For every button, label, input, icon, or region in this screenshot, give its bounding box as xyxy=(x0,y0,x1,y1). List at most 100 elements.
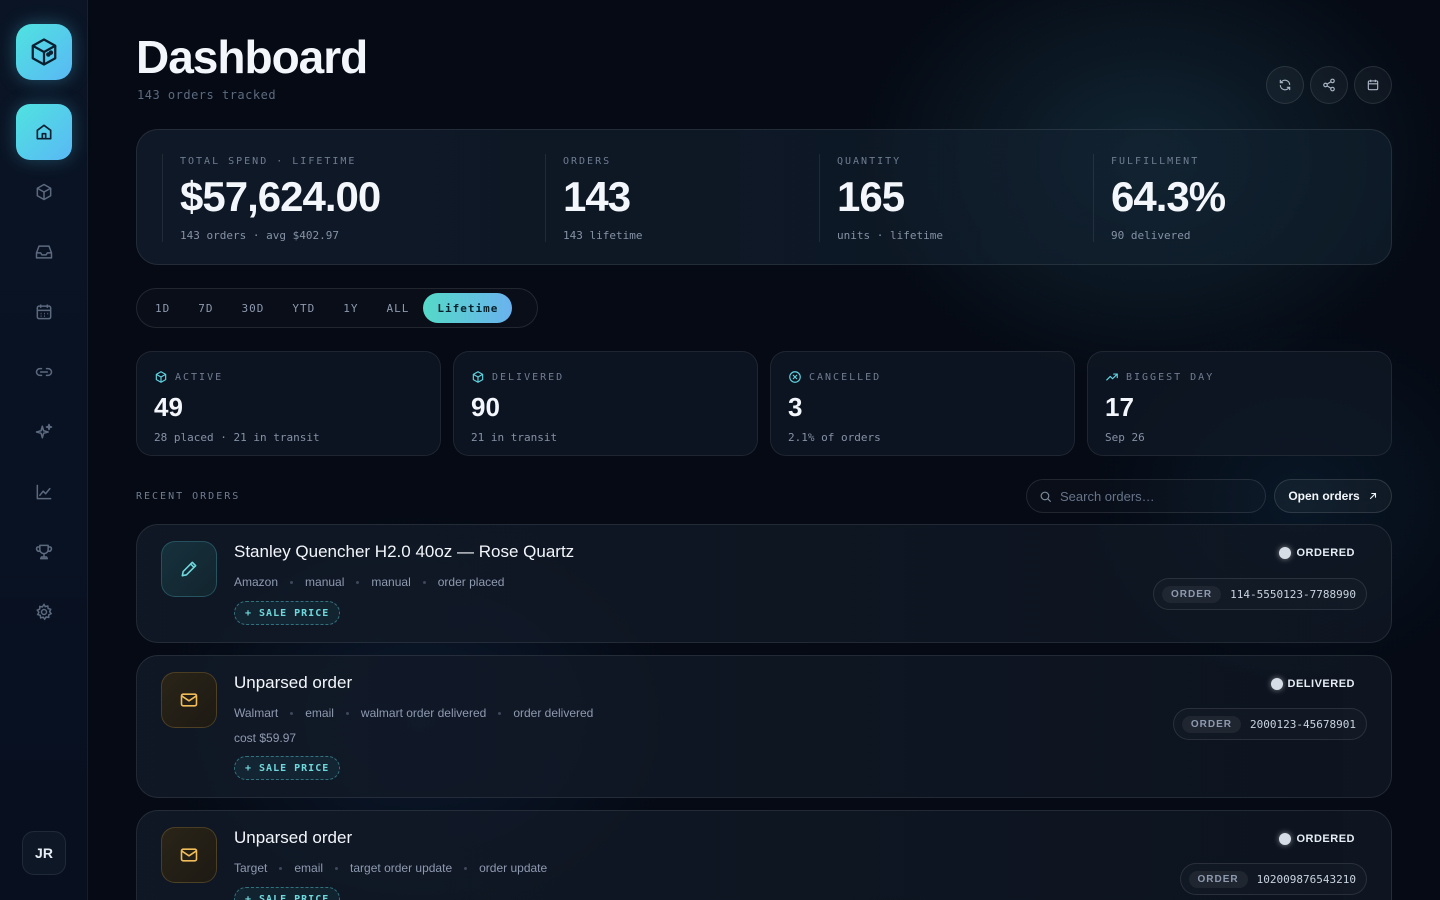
stat-value: $57,624.00 xyxy=(180,173,381,220)
share-button[interactable] xyxy=(1310,66,1348,104)
refresh-button[interactable] xyxy=(1266,66,1304,104)
order-meta: Amazon manual manual order placed xyxy=(234,575,504,589)
order-tag: ORDER xyxy=(1188,870,1248,888)
refresh-icon xyxy=(1279,79,1291,91)
cube-logo-icon xyxy=(31,38,57,66)
stat-orders: ORDERS 143 143 lifetime xyxy=(545,154,815,242)
status-badge: ORDERED xyxy=(1279,547,1355,559)
avatar[interactable]: JR xyxy=(22,831,66,875)
order-retailer: Target xyxy=(234,861,268,875)
range-tab-ytd[interactable]: YTD xyxy=(278,293,329,323)
order-card[interactable]: Unparsed order Target email target order… xyxy=(136,810,1392,900)
sale-price-chip[interactable]: + SALE PRICE xyxy=(234,756,341,780)
stat-total-spend: TOTAL SPEND · LIFETIME $57,624.00 143 or… xyxy=(162,154,542,242)
order-number: 114-5550123-7788990 xyxy=(1230,587,1356,601)
status-value: 17 xyxy=(1105,392,1134,422)
order-retailer: Walmart xyxy=(234,706,279,720)
order-event: order update xyxy=(479,861,548,875)
order-source: email xyxy=(305,706,334,720)
stat-sub: 143 orders · avg $402.97 xyxy=(180,229,339,242)
order-source: manual xyxy=(305,575,345,589)
order-event: order placed xyxy=(437,575,505,589)
sidebar-item-calendar[interactable] xyxy=(16,284,72,340)
order-event: order delivered xyxy=(513,706,594,720)
stats-panel: TOTAL SPEND · LIFETIME $57,624.00 143 or… xyxy=(136,129,1392,265)
recent-orders-label: RECENT ORDERS xyxy=(136,491,241,502)
range-tab-lifetime[interactable]: Lifetime xyxy=(423,293,513,323)
order-number: 2000123-45678901 xyxy=(1250,717,1356,731)
search-box xyxy=(1026,479,1266,513)
range-tab-1y[interactable]: 1Y xyxy=(329,293,372,323)
inbox-icon xyxy=(35,245,53,259)
sale-price-chip[interactable]: + SALE PRICE xyxy=(234,887,341,900)
trophy-icon xyxy=(35,544,53,560)
package-icon xyxy=(36,183,52,201)
status-badge: ORDERED xyxy=(1279,833,1355,845)
stat-sub: units · lifetime xyxy=(837,229,943,242)
sidebar-item-analytics[interactable] xyxy=(16,464,72,520)
sidebar-item-links[interactable] xyxy=(16,344,72,400)
order-parser: manual xyxy=(371,575,411,589)
home-icon xyxy=(36,124,52,140)
order-id-pill[interactable]: ORDER 114-5550123-7788990 xyxy=(1153,578,1367,610)
order-retailer: Amazon xyxy=(234,575,279,589)
open-orders-button[interactable]: Open orders xyxy=(1274,479,1392,513)
sale-price-chip[interactable]: + SALE PRICE xyxy=(234,601,341,625)
page-subtitle: 143 orders tracked xyxy=(137,88,277,102)
status-dot xyxy=(1270,678,1283,690)
range-tab-7d[interactable]: 7D xyxy=(184,293,227,323)
sidebar-item-settings[interactable] xyxy=(16,584,72,640)
stat-label: TOTAL SPEND · LIFETIME xyxy=(180,156,357,167)
sidebar-item-inbox[interactable] xyxy=(16,224,72,280)
status-card-biggest-day[interactable]: BIGGEST DAY 17 Sep 26 xyxy=(1087,351,1392,456)
chart-icon xyxy=(36,484,52,500)
range-tab-all[interactable]: ALL xyxy=(373,293,424,323)
package-icon xyxy=(472,371,484,383)
app-logo[interactable] xyxy=(16,24,72,80)
sidebar-item-packages[interactable] xyxy=(16,164,72,220)
order-tag: ORDER xyxy=(1162,585,1222,603)
share-icon xyxy=(1323,78,1335,92)
status-card-active[interactable]: ACTIVE 49 28 placed · 21 in transit xyxy=(136,351,441,456)
status-value: 3 xyxy=(788,392,803,422)
status-text: DELIVERED xyxy=(1287,678,1355,690)
status-sub: Sep 26 xyxy=(1105,431,1145,444)
status-value: 90 xyxy=(471,392,500,422)
order-card[interactable]: Unparsed order Walmart email walmart ord… xyxy=(136,655,1392,798)
order-meta: Target email target order update order u… xyxy=(234,861,547,875)
status-card-cancelled[interactable]: CANCELLED 3 2.1% of orders xyxy=(770,351,1075,456)
range-tab-30d[interactable]: 30D xyxy=(228,293,279,323)
status-sub: 28 placed · 21 in transit xyxy=(154,431,320,444)
status-label: DELIVERED xyxy=(492,371,565,383)
order-meta: Walmart email walmart order delivered or… xyxy=(234,706,593,720)
sidebar-item-home[interactable] xyxy=(16,104,72,160)
status-label: ACTIVE xyxy=(175,371,224,383)
sidebar-item-sparkles[interactable] xyxy=(16,404,72,460)
stat-label: ORDERS xyxy=(563,156,612,167)
order-parser: walmart order delivered xyxy=(360,706,487,720)
order-id-pill[interactable]: ORDER 102009876543210 xyxy=(1179,863,1367,895)
order-tag: ORDER xyxy=(1181,715,1242,733)
range-tab-1d[interactable]: 1D xyxy=(141,293,184,323)
order-icon xyxy=(161,827,217,883)
search-input[interactable] xyxy=(1060,488,1250,504)
status-card-delivered[interactable]: DELIVERED 90 21 in transit xyxy=(453,351,758,456)
order-card[interactable]: Stanley Quencher H2.0 40oz — Rose Quartz… xyxy=(136,524,1392,643)
calendar-icon xyxy=(36,304,52,320)
status-dot xyxy=(1279,833,1292,845)
order-number: 102009876543210 xyxy=(1256,872,1356,886)
order-id-pill[interactable]: ORDER 2000123-45678901 xyxy=(1172,708,1367,740)
status-text: ORDERED xyxy=(1296,833,1355,845)
sidebar-item-trophy[interactable] xyxy=(16,524,72,580)
link-icon xyxy=(35,367,53,377)
gear-icon xyxy=(36,603,53,621)
order-source: email xyxy=(294,861,324,875)
arrow-up-right-icon xyxy=(1369,492,1376,500)
sidebar: JR xyxy=(0,0,88,900)
stat-label: FULFILLMENT xyxy=(1111,156,1200,167)
pencil-icon xyxy=(181,561,197,577)
stat-value: 143 xyxy=(563,173,631,220)
calendar-button[interactable] xyxy=(1354,66,1392,104)
mail-icon xyxy=(180,693,198,707)
order-title: Stanley Quencher H2.0 40oz — Rose Quartz xyxy=(234,542,575,561)
